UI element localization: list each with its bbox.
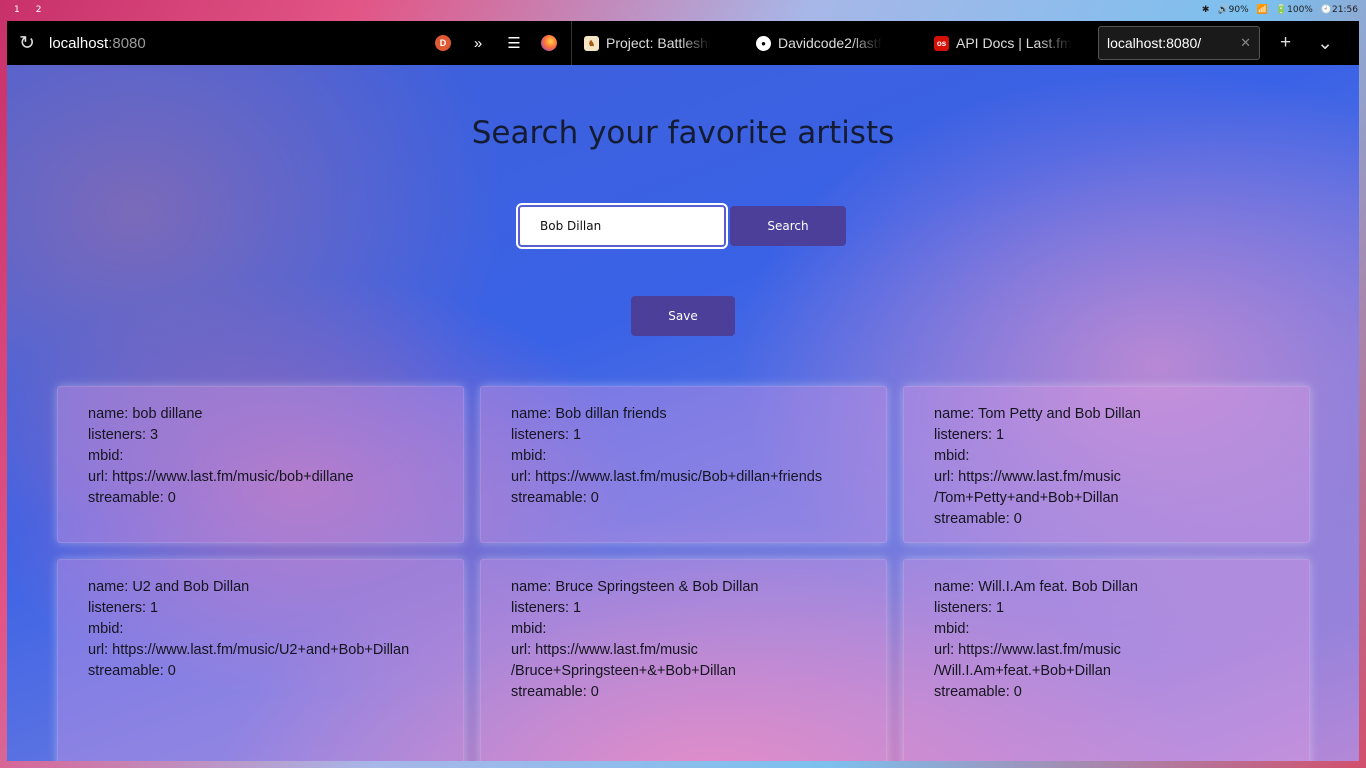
artist-mbid: mbid: [934, 621, 970, 637]
result-card: name: Bob dillan friends listeners: 1 mb… [480, 386, 887, 543]
artist-streamable: streamable: 0 [934, 511, 1022, 527]
tab-title: localhost:8080/ [1107, 35, 1202, 51]
artist-name: name: bob dillane [88, 406, 203, 422]
toolbar-icons: D » ☰ [435, 34, 557, 52]
github-icon: ● [756, 35, 771, 51]
artist-url: url: https://www.last.fm/music/bob+dilla… [88, 469, 354, 485]
url-bar[interactable]: localhost:8080 [49, 35, 429, 52]
tab-project[interactable]: ♞ Project: Battleshi [584, 35, 744, 51]
bluetooth-icon[interactable]: ✱ [1202, 5, 1210, 15]
chevron-down-icon[interactable]: ⌄ [1317, 32, 1333, 55]
tab-title: API Docs | Last.fm [956, 35, 1072, 51]
artist-name: name: Will.I.Am feat. Bob Dillan [934, 579, 1138, 595]
search-button[interactable]: Search [730, 206, 846, 246]
tab-strip: ♞ Project: Battleshi ● Davidcode2/lastf … [572, 21, 1260, 65]
artist-name: name: Bob dillan friends [511, 406, 667, 422]
artist-listeners: listeners: 3 [88, 427, 159, 443]
tab-lastfm-api[interactable]: os API Docs | Last.fm [934, 35, 1084, 51]
workspace-switcher: 1 2 [14, 5, 41, 15]
search-input[interactable] [516, 203, 728, 249]
wifi-icon[interactable]: 📶 [1257, 5, 1268, 15]
browser-toolbar: ↻ localhost:8080 D » ☰ ♞ Project: Battle… [7, 21, 1359, 65]
artist-mbid: mbid: [88, 448, 124, 464]
system-bar: 1 2 ✱ 🔊90% 📶 🔋100% 🕘21:56 [0, 0, 1366, 20]
clock: 🕘21:56 [1320, 5, 1358, 15]
results-grid: name: bob dillane listeners: 3 mbid: url… [57, 386, 1310, 761]
artist-listeners: listeners: 1 [511, 427, 582, 443]
artist-listeners: listeners: 1 [934, 427, 1005, 443]
artist-mbid: mbid: [511, 621, 547, 637]
artist-url: url: https://www.last.fm/music/Bob+dilla… [511, 469, 823, 485]
artist-name: name: Bruce Springsteen & Bob Dillan [511, 579, 759, 595]
artist-listeners: listeners: 1 [88, 600, 159, 616]
workspace-2[interactable]: 2 [36, 5, 42, 15]
result-card: name: Bruce Springsteen & Bob Dillan lis… [480, 559, 887, 761]
result-card: name: Will.I.Am feat. Bob Dillan listene… [903, 559, 1310, 761]
artist-url: url: https://www.last.fm/music /Bruce+Sp… [511, 642, 736, 679]
artist-mbid: mbid: [934, 448, 970, 464]
result-card: name: Tom Petty and Bob Dillan listeners… [903, 386, 1310, 543]
artist-streamable: streamable: 0 [934, 684, 1022, 700]
artist-streamable: streamable: 0 [88, 663, 176, 679]
page-title: Search your favorite artists [471, 115, 895, 151]
browser-window: ↻ localhost:8080 D » ☰ ♞ Project: Battle… [7, 21, 1359, 761]
artist-streamable: streamable: 0 [511, 490, 599, 506]
artist-streamable: streamable: 0 [511, 684, 599, 700]
artist-name: name: Tom Petty and Bob Dillan [934, 406, 1141, 422]
artist-mbid: mbid: [88, 621, 124, 637]
url-host: localhost [49, 34, 109, 52]
duckduckgo-extension-icon[interactable]: D [435, 35, 451, 51]
battery-indicator: 🔋100% [1275, 5, 1313, 15]
tab-controls: + ⌄ [1280, 32, 1333, 55]
url-port: :8080 [108, 34, 146, 52]
overflow-chevrons-icon[interactable]: » [469, 34, 487, 52]
artist-url: url: https://www.last.fm/music/U2+and+Bo… [88, 642, 410, 658]
artist-listeners: listeners: 1 [511, 600, 582, 616]
close-tab-icon[interactable]: ✕ [1240, 35, 1251, 51]
system-tray: ✱ 🔊90% 📶 🔋100% 🕘21:56 [1202, 5, 1358, 15]
artist-name: name: U2 and Bob Dillan [88, 579, 250, 595]
artist-listeners: listeners: 1 [934, 600, 1005, 616]
volume-indicator[interactable]: 🔊90% [1217, 5, 1248, 15]
new-tab-icon[interactable]: + [1280, 32, 1291, 55]
firefox-icon[interactable] [541, 35, 557, 51]
artist-url: url: https://www.last.fm/music /Tom+Pett… [934, 469, 1121, 506]
lastfm-icon: os [934, 35, 949, 51]
reload-icon[interactable]: ↻ [9, 32, 45, 55]
tab-title: Davidcode2/lastf [778, 35, 882, 51]
app-menu-icon[interactable]: ☰ [505, 34, 523, 52]
workspace-1[interactable]: 1 [14, 5, 20, 15]
save-button[interactable]: Save [631, 296, 735, 336]
project-icon: ♞ [584, 35, 599, 51]
result-card: name: U2 and Bob Dillan listeners: 1 mbi… [57, 559, 464, 761]
tab-github[interactable]: ● Davidcode2/lastf [756, 35, 916, 51]
tab-title: Project: Battleshi [606, 35, 712, 51]
artist-url: url: https://www.last.fm/music /Will.I.A… [934, 642, 1121, 679]
page-content: Search your favorite artists Search Save… [7, 65, 1359, 761]
result-card: name: bob dillane listeners: 3 mbid: url… [57, 386, 464, 543]
artist-streamable: streamable: 0 [88, 490, 176, 506]
tab-localhost[interactable]: localhost:8080/ ✕ [1098, 26, 1260, 60]
artist-mbid: mbid: [511, 448, 547, 464]
